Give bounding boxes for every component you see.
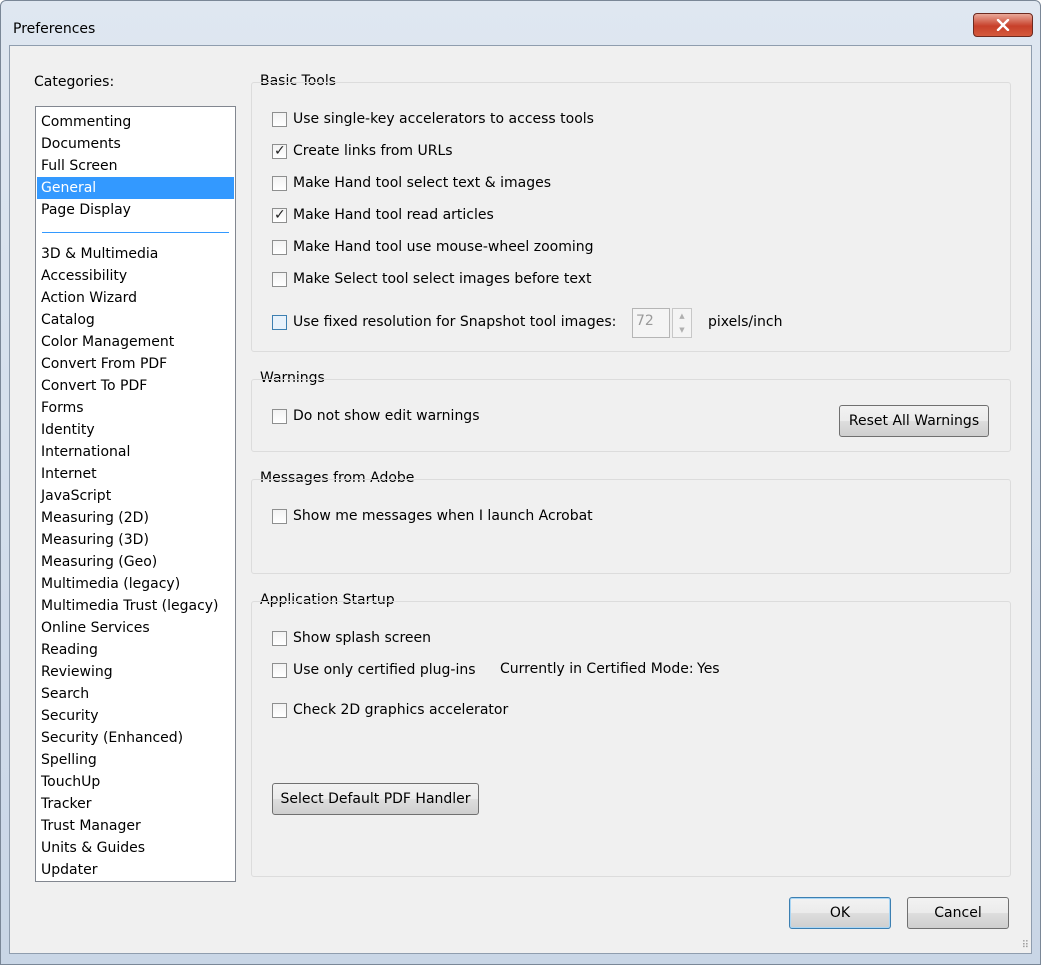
- basic-tool-checkbox[interactable]: [272, 271, 287, 287]
- category-item[interactable]: 3D & Multimedia: [37, 243, 234, 265]
- category-item[interactable]: Measuring (2D): [37, 507, 234, 529]
- graphics-accelerator-checkbox[interactable]: [272, 702, 287, 718]
- snapshot-resolution-label: Use fixed resolution for Snapshot tool i…: [293, 314, 617, 330]
- basic-tool-option[interactable]: Make Hand tool select text & images: [272, 173, 551, 193]
- category-item[interactable]: Action Wizard: [37, 287, 234, 309]
- certified-plugins-option[interactable]: Use only certified plug-ins: [272, 660, 476, 680]
- graphics-accelerator-label: Check 2D graphics accelerator: [293, 702, 509, 718]
- certified-mode-value: Yes: [697, 661, 720, 677]
- basic-tool-checkbox[interactable]: [272, 239, 287, 255]
- basic-tool-label: Make Hand tool use mouse-wheel zooming: [293, 239, 594, 255]
- snapshot-resolution-option[interactable]: Use fixed resolution for Snapshot tool i…: [272, 312, 616, 332]
- category-item[interactable]: Updater: [37, 859, 234, 881]
- splash-screen-checkbox[interactable]: [272, 630, 287, 646]
- reset-warnings-button[interactable]: Reset All Warnings: [839, 405, 989, 437]
- basic-tool-option[interactable]: Make Select tool select images before te…: [272, 269, 591, 289]
- category-item[interactable]: General: [37, 177, 234, 199]
- category-item[interactable]: Documents: [37, 133, 234, 155]
- edit-warnings-label: Do not show edit warnings: [293, 408, 480, 424]
- checkmark-icon: ✓: [274, 142, 286, 159]
- adobe-messages-checkbox[interactable]: [272, 508, 287, 524]
- basic-tool-option[interactable]: ✓ Make Hand tool read articles: [272, 205, 494, 225]
- splash-screen-option[interactable]: Show splash screen: [272, 628, 431, 648]
- splash-screen-label: Show splash screen: [293, 630, 432, 646]
- close-button[interactable]: [973, 13, 1033, 37]
- category-item[interactable]: Convert From PDF: [37, 353, 234, 375]
- category-item[interactable]: Spelling: [37, 749, 234, 771]
- resize-grip-icon[interactable]: ⠿: [1022, 940, 1029, 951]
- basic-tool-checkbox[interactable]: [272, 111, 287, 127]
- basic-tool-option[interactable]: Use single-key accelerators to access to…: [272, 109, 594, 129]
- preferences-window: Preferences Categories: Commenting Docume…: [0, 0, 1041, 965]
- resolution-unit: pixels/inch: [708, 314, 783, 330]
- basic-tool-label: Make Hand tool read articles: [293, 207, 494, 223]
- category-item[interactable]: Commenting: [37, 111, 234, 133]
- spin-up-icon[interactable]: ▲: [673, 309, 691, 323]
- category-item[interactable]: Security (Enhanced): [37, 727, 234, 749]
- snapshot-resolution-checkbox[interactable]: [272, 314, 287, 330]
- category-item[interactable]: Reading: [37, 639, 234, 661]
- default-pdf-handler-button[interactable]: Select Default PDF Handler: [272, 783, 479, 815]
- resolution-stepper[interactable]: ▲ ▼: [672, 308, 692, 338]
- category-item[interactable]: Tracker: [37, 793, 234, 815]
- category-item[interactable]: Measuring (Geo): [37, 551, 234, 573]
- categories-list[interactable]: Commenting Documents Full Screen General Pag…: [35, 106, 236, 882]
- adobe-messages-option[interactable]: Show me messages when I launch Acrobat: [272, 506, 593, 526]
- category-item[interactable]: Measuring (3D): [37, 529, 234, 551]
- window-title: Preferences: [13, 21, 96, 37]
- category-item[interactable]: Search: [37, 683, 234, 705]
- category-item[interactable]: Identity: [37, 419, 234, 441]
- title-bar: Preferences: [1, 1, 1040, 45]
- category-item[interactable]: Full Screen: [37, 155, 234, 177]
- certified-mode-label: Currently in Certified Mode:: [500, 661, 694, 677]
- category-item[interactable]: TouchUp: [37, 771, 234, 793]
- category-item[interactable]: Forms: [37, 397, 234, 419]
- certified-plugins-checkbox[interactable]: [272, 662, 287, 678]
- basic-tool-label: Create links from URLs: [293, 143, 453, 159]
- close-icon: [996, 19, 1010, 31]
- basic-tool-checkbox[interactable]: ✓: [272, 206, 287, 223]
- category-item[interactable]: Catalog: [37, 309, 234, 331]
- cancel-button[interactable]: Cancel: [907, 897, 1009, 929]
- edit-warnings-option[interactable]: Do not show edit warnings: [272, 406, 480, 426]
- category-item[interactable]: Multimedia (legacy): [37, 573, 234, 595]
- basic-tool-checkbox[interactable]: ✓: [272, 142, 287, 159]
- categories-label: Categories:: [34, 74, 115, 90]
- category-item[interactable]: JavaScript: [37, 485, 234, 507]
- basic-tool-checkbox[interactable]: [272, 175, 287, 191]
- graphics-accelerator-option[interactable]: Check 2D graphics accelerator: [272, 700, 508, 720]
- category-item[interactable]: Convert To PDF: [37, 375, 234, 397]
- category-item[interactable]: Accessibility: [37, 265, 234, 287]
- basic-tool-option[interactable]: Make Hand tool use mouse-wheel zooming: [272, 237, 594, 257]
- spin-down-icon[interactable]: ▼: [673, 323, 691, 337]
- category-item[interactable]: Multimedia Trust (legacy): [37, 595, 234, 617]
- basic-tool-label: Use single-key accelerators to access to…: [293, 111, 594, 127]
- basic-tool-label: Make Select tool select images before te…: [293, 271, 592, 287]
- certified-plugins-label: Use only certified plug-ins: [293, 662, 476, 678]
- basic-tool-option[interactable]: ✓ Create links from URLs: [272, 141, 453, 161]
- category-item[interactable]: Internet: [37, 463, 234, 485]
- category-item[interactable]: Trust Manager: [37, 815, 234, 837]
- category-item[interactable]: Security: [37, 705, 234, 727]
- category-item[interactable]: Units & Guides: [37, 837, 234, 859]
- basic-tool-label: Make Hand tool select text & images: [293, 175, 552, 191]
- ok-button[interactable]: OK: [789, 897, 891, 929]
- edit-warnings-checkbox[interactable]: [272, 408, 287, 424]
- category-item[interactable]: International: [37, 441, 234, 463]
- dialog-body: Categories: Commenting Documents Full Scre…: [9, 45, 1032, 954]
- category-item[interactable]: Page Display: [37, 199, 234, 221]
- checkmark-icon: ✓: [274, 206, 286, 223]
- messages-group: [251, 479, 1011, 574]
- adobe-messages-label: Show me messages when I launch Acrobat: [293, 508, 593, 524]
- resolution-input[interactable]: 72: [632, 308, 670, 338]
- category-item[interactable]: Color Management: [37, 331, 234, 353]
- category-item[interactable]: Reviewing: [37, 661, 234, 683]
- category-separator: [36, 221, 235, 243]
- category-item[interactable]: Online Services: [37, 617, 234, 639]
